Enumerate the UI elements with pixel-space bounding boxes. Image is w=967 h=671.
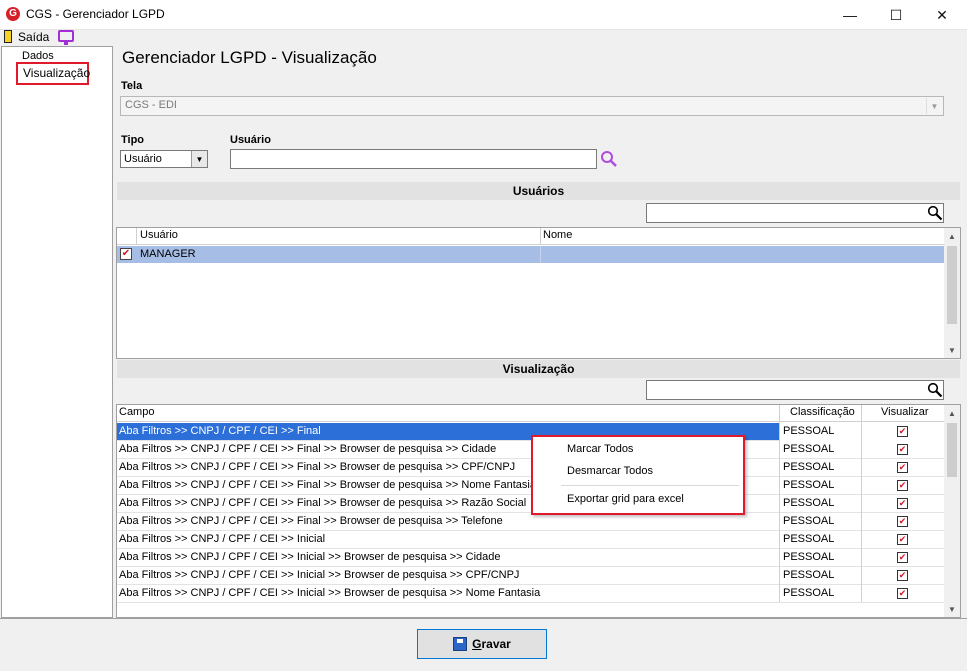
visualizar-checkbox[interactable]: ✔ — [897, 552, 908, 563]
visualizar-checkbox[interactable]: ✔ — [897, 516, 908, 527]
column-divider — [779, 405, 780, 602]
footer-divider — [0, 618, 967, 619]
window-title: CGS - Gerenciador LGPD — [26, 7, 165, 21]
campo-cell: Aba Filtros >> CNPJ / CPF / CEI >> Final… — [119, 497, 527, 509]
page-title: Gerenciador LGPD - Visualização — [122, 48, 377, 67]
usuarios-filter-input[interactable] — [646, 203, 944, 223]
monitor-icon[interactable] — [58, 30, 74, 45]
campo-cell: Aba Filtros >> CNPJ / CPF / CEI >> Final — [119, 425, 321, 437]
tela-select[interactable]: CGS - EDI — [120, 96, 944, 116]
table-row[interactable]: Aba Filtros >> CNPJ / CPF / CEI >> Inici… — [117, 567, 944, 585]
campo-cell: Aba Filtros >> CNPJ / CPF / CEI >> Inici… — [119, 551, 501, 563]
menu-item-marcar-todos[interactable]: Marcar Todos — [567, 443, 633, 455]
menu-divider — [561, 485, 739, 486]
close-button[interactable]: ✕ — [919, 0, 965, 30]
table-row[interactable]: Aba Filtros >> CNPJ / CPF / CEI >> Inici… — [117, 531, 944, 549]
table-row[interactable]: Aba Filtros >> CNPJ / CPF / CEI >> Inici… — [117, 549, 944, 567]
search-icon[interactable] — [600, 150, 618, 168]
classificacao-cell: PESSOAL — [783, 569, 835, 581]
column-header-nome[interactable]: Nome — [543, 229, 572, 241]
minimize-button[interactable]: — — [827, 0, 873, 30]
usuarios-section-title: Usuários — [117, 182, 960, 200]
tree-item-visualizacao[interactable]: Visualização — [16, 62, 90, 85]
scroll-thumb[interactable] — [947, 246, 957, 324]
campo-cell: Aba Filtros >> CNPJ / CPF / CEI >> Final… — [119, 515, 503, 527]
classificacao-cell: PESSOAL — [783, 587, 835, 599]
table-row[interactable]: Aba Filtros >> CNPJ / CPF / CEI >> Final… — [117, 513, 944, 531]
visualizacao-scrollbar[interactable]: ▲ ▼ — [944, 405, 960, 617]
table-row[interactable] — [117, 246, 944, 263]
campo-cell: Aba Filtros >> CNPJ / CPF / CEI >> Final… — [119, 443, 497, 455]
usuarios-check-column — [117, 228, 137, 245]
search-icon[interactable] — [927, 205, 943, 221]
tree-item-dados[interactable]: Dados — [22, 50, 54, 62]
visualizar-checkbox[interactable]: ✔ — [897, 588, 908, 599]
column-divider — [540, 246, 541, 263]
visualizar-checkbox[interactable]: ✔ — [897, 480, 908, 491]
visualizar-checkbox[interactable]: ✔ — [897, 426, 908, 437]
visualizar-checkbox[interactable]: ✔ — [897, 444, 908, 455]
column-header-campo[interactable]: Campo — [119, 406, 154, 418]
tipo-label: Tipo — [121, 134, 145, 146]
table-row[interactable]: Aba Filtros >> CNPJ / CPF / CEI >> Inici… — [117, 585, 944, 603]
usuario-input[interactable] — [230, 149, 597, 169]
classificacao-cell: PESSOAL — [783, 443, 835, 455]
save-button[interactable]: Gravar — [417, 629, 547, 659]
classificacao-cell: PESSOAL — [783, 461, 835, 473]
tela-label: Tela — [121, 80, 143, 92]
exit-button[interactable]: Saída — [18, 30, 49, 44]
chevron-down-icon[interactable]: ▼ — [191, 151, 207, 167]
save-button-label: Gravar — [472, 637, 511, 651]
classificacao-cell: PESSOAL — [783, 479, 835, 491]
search-icon[interactable] — [927, 382, 943, 398]
scroll-down-icon[interactable]: ▼ — [944, 601, 960, 617]
classificacao-cell: PESSOAL — [783, 515, 835, 527]
column-header-classificacao[interactable]: Classificação — [790, 406, 855, 418]
visualizar-checkbox[interactable]: ✔ — [897, 462, 908, 473]
column-divider — [540, 228, 541, 245]
toolbar — [0, 30, 967, 45]
scroll-thumb[interactable] — [947, 423, 957, 477]
column-header-visualizar[interactable]: Visualizar — [881, 406, 929, 418]
usuarios-scrollbar[interactable]: ▲ ▼ — [944, 228, 960, 358]
scroll-down-icon[interactable]: ▼ — [944, 342, 960, 358]
row-usuario-cell: MANAGER — [140, 248, 196, 260]
usuarios-grid-header — [117, 228, 944, 245]
visualizacao-filter-input[interactable] — [646, 380, 944, 400]
usuario-label: Usuário — [230, 134, 271, 146]
campo-cell: Aba Filtros >> CNPJ / CPF / CEI >> Inici… — [119, 587, 541, 599]
campo-cell: Aba Filtros >> CNPJ / CPF / CEI >> Inici… — [119, 533, 326, 545]
app-logo-icon: G — [6, 7, 20, 21]
row-checkbox[interactable]: ✔ — [120, 248, 132, 260]
menu-item-exportar-excel[interactable]: Exportar grid para excel — [567, 493, 684, 505]
classificacao-cell: PESSOAL — [783, 425, 835, 437]
visualizar-checkbox[interactable]: ✔ — [897, 498, 908, 509]
maximize-button[interactable]: ☐ — [873, 0, 919, 30]
campo-cell: Aba Filtros >> CNPJ / CPF / CEI >> Final… — [119, 461, 516, 473]
visualizar-checkbox[interactable]: ✔ — [897, 570, 908, 581]
chevron-down-icon[interactable]: ▼ — [926, 98, 942, 114]
column-divider — [861, 405, 862, 602]
menu-item-desmarcar-todos[interactable]: Desmarcar Todos — [567, 465, 653, 477]
column-header-usuario[interactable]: Usuário — [140, 229, 178, 241]
navigation-tree — [1, 46, 113, 618]
scroll-up-icon[interactable]: ▲ — [944, 228, 960, 244]
visualizar-checkbox[interactable]: ✔ — [897, 534, 908, 545]
exit-door-icon[interactable] — [4, 30, 12, 43]
floppy-disk-icon — [453, 637, 468, 651]
campo-cell: Aba Filtros >> CNPJ / CPF / CEI >> Inici… — [119, 569, 520, 581]
classificacao-cell: PESSOAL — [783, 533, 835, 545]
scroll-up-icon[interactable]: ▲ — [944, 405, 960, 421]
visualizacao-section-title: Visualização — [117, 360, 960, 378]
classificacao-cell: PESSOAL — [783, 551, 835, 563]
classificacao-cell: PESSOAL — [783, 497, 835, 509]
campo-cell: Aba Filtros >> CNPJ / CPF / CEI >> Final… — [119, 479, 536, 491]
